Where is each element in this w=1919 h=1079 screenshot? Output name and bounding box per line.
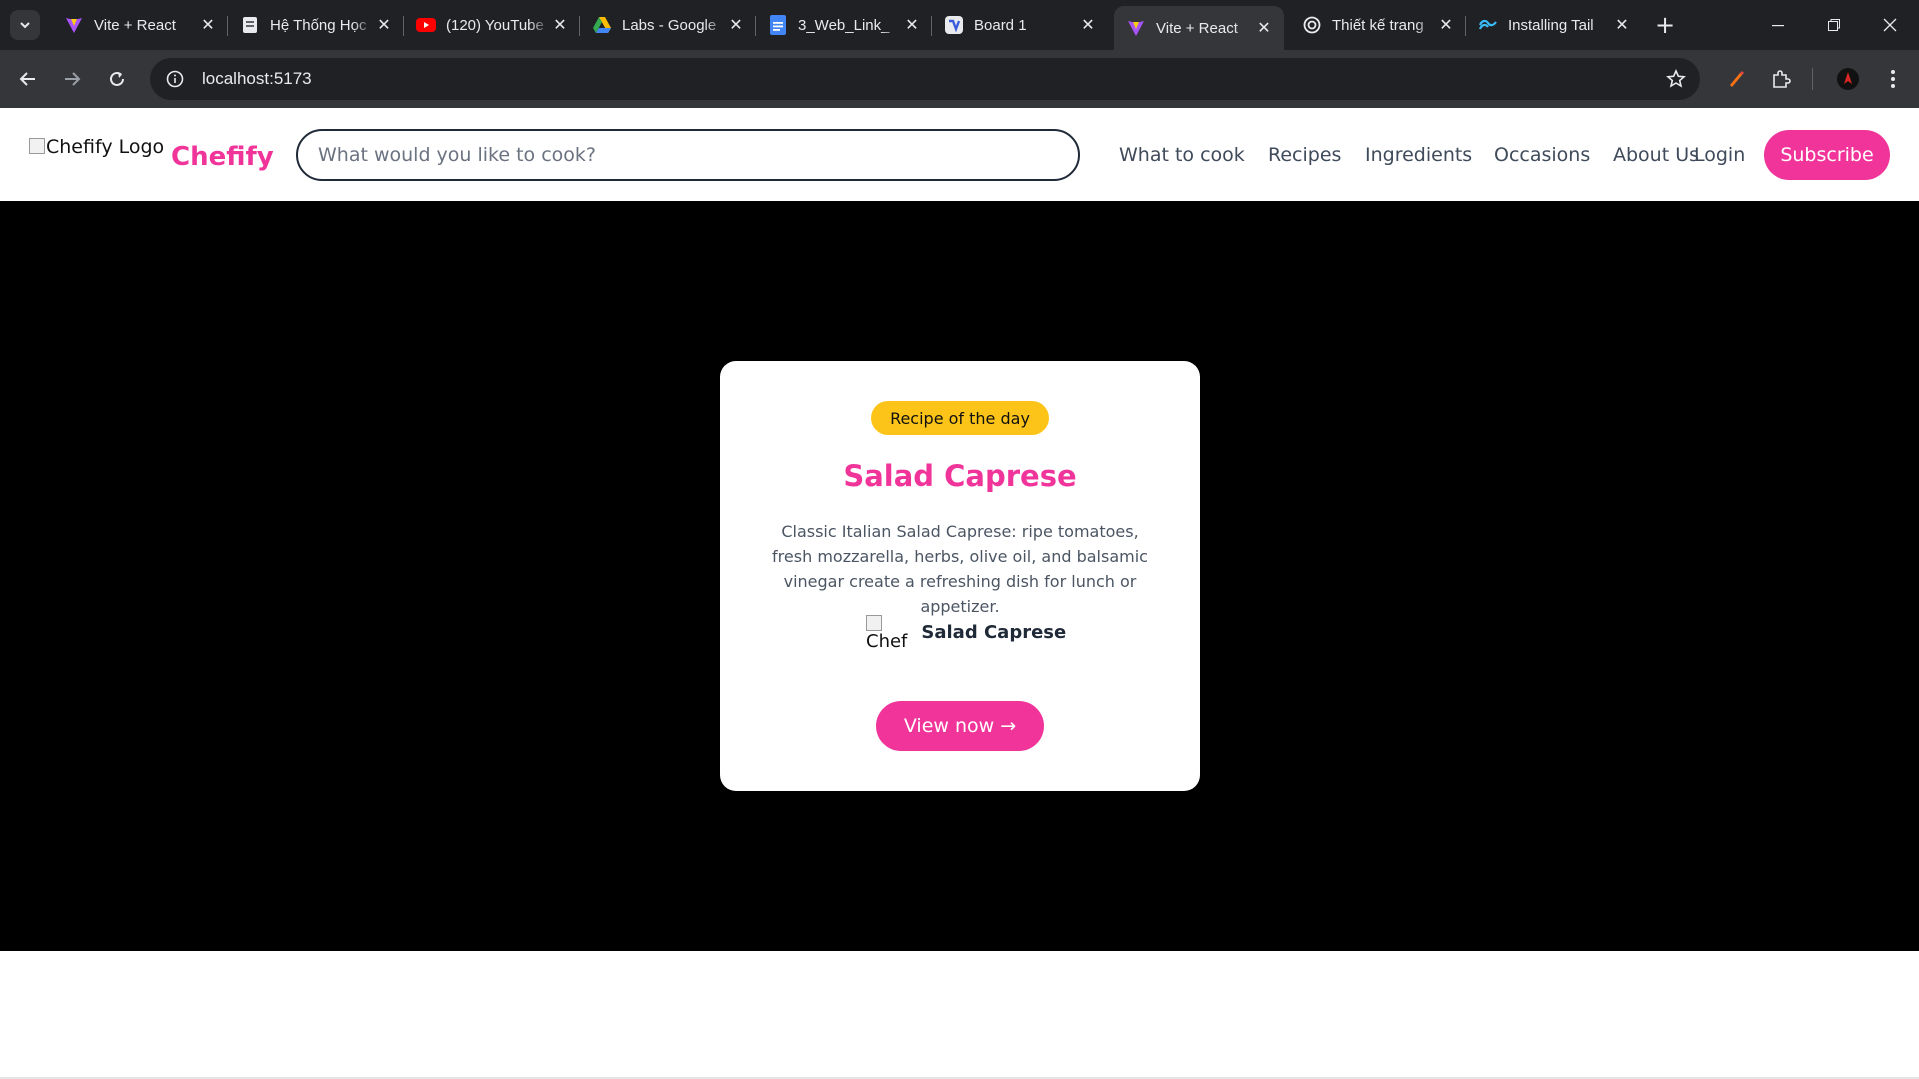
tab-board-1[interactable]: Board 1 ✕ (932, 6, 1108, 44)
close-window-button[interactable] (1862, 0, 1918, 50)
tab-title: Installing Tail (1508, 16, 1594, 34)
recipe-search-input[interactable] (296, 129, 1080, 181)
tab-title: 3_Web_Link_ (798, 16, 890, 34)
tab-thiet-ke-trang[interactable]: Thiết kế trang ✕ (1290, 6, 1466, 44)
tab-title: Vite + React (94, 16, 176, 34)
plus-icon: + (1654, 11, 1676, 39)
tab-youtube[interactable]: (120) YouTube ✕ (404, 6, 580, 44)
recipe-badge: Recipe of the day (871, 401, 1049, 435)
tab-title: Vite + React (1156, 19, 1238, 37)
nav-recipes[interactable]: Recipes (1268, 144, 1341, 166)
reload-icon (110, 71, 124, 86)
logo-image: Chefify Logo (29, 136, 164, 158)
google-docs-icon (768, 15, 788, 35)
tab-search-button[interactable] (10, 10, 40, 40)
recipe-author: Chef Salad Caprese (866, 613, 1066, 652)
minimize-icon (1772, 25, 1784, 27)
view-now-button[interactable]: View now → (876, 701, 1044, 751)
vite-icon (1126, 18, 1146, 38)
close-icon (1883, 18, 1897, 32)
tailwind-icon (1478, 15, 1498, 35)
tab-title: Board 1 (974, 16, 1027, 34)
openai-icon (1302, 15, 1322, 35)
tab-he-thong-hoc[interactable]: Hệ Thống Học ✕ (228, 6, 404, 44)
recipe-description: Classic Italian Salad Caprese: ripe toma… (772, 522, 1148, 616)
subscribe-button[interactable]: Subscribe (1764, 130, 1890, 180)
restore-icon (1828, 19, 1840, 31)
extensions-puzzle-icon[interactable] (1763, 61, 1799, 97)
close-icon[interactable]: ✕ (550, 15, 570, 35)
tab-web-link[interactable]: 3_Web_Link_ ✕ (756, 6, 932, 44)
youtube-icon (416, 15, 436, 35)
close-icon[interactable]: ✕ (374, 15, 394, 35)
tab-title: Labs - Google (622, 16, 717, 34)
broken-image-icon (866, 615, 882, 631)
google-drive-icon (592, 15, 612, 35)
nav-occasions[interactable]: Occasions (1494, 144, 1590, 166)
forward-button[interactable] (54, 61, 90, 97)
close-icon[interactable]: ✕ (902, 15, 922, 35)
close-icon[interactable]: ✕ (198, 15, 218, 35)
logo-alt-text: Chefify Logo (46, 136, 165, 158)
tab-title: Hệ Thống Học (270, 16, 367, 34)
recipe-title: Salad Caprese (843, 459, 1077, 493)
profile-avatar[interactable] (1830, 61, 1866, 97)
author-name: Salad Caprese (921, 622, 1067, 643)
close-icon[interactable]: ✕ (1254, 18, 1274, 38)
browser-menu-button[interactable] (1875, 61, 1911, 97)
reload-button[interactable] (99, 61, 135, 97)
nav-ingredients[interactable]: Ingredients (1365, 144, 1472, 166)
more-vertical-icon (1891, 70, 1895, 88)
vite-icon (64, 15, 84, 35)
close-icon[interactable]: ✕ (1612, 15, 1632, 35)
nav-login[interactable]: Login (1694, 144, 1745, 166)
tab-title: Thiết kế trang (1332, 16, 1424, 34)
new-tab-button[interactable]: + (1650, 10, 1680, 40)
hero-section: Recipe of the day Salad Caprese Classic … (0, 201, 1919, 951)
brand-name[interactable]: Chefify (171, 142, 274, 172)
minimize-button[interactable] (1750, 0, 1806, 50)
tab-title: (120) YouTube (446, 16, 544, 34)
site-logo[interactable]: Chefify Logo (29, 136, 164, 158)
author-avatar-alt: Chef (866, 631, 908, 652)
recipe-of-the-day-card: Recipe of the day Salad Caprese Classic … (720, 361, 1200, 791)
close-icon[interactable]: ✕ (1436, 15, 1456, 35)
site-info-icon[interactable] (154, 58, 196, 100)
broken-image-icon (29, 138, 45, 154)
browser-tab-strip: Vite + React ✕ Hệ Thống Học ✕ (120) YouT… (0, 0, 1919, 50)
browser-toolbar: localhost:5173 (0, 50, 1919, 108)
document-icon (240, 15, 260, 35)
tab-vite-react-1[interactable]: Vite + React ✕ (52, 6, 228, 44)
tab-labs-google[interactable]: Labs - Google ✕ (580, 6, 756, 44)
board-icon (944, 15, 964, 35)
author-avatar: Chef (866, 613, 907, 652)
arrow-right-icon (65, 72, 81, 86)
url-text: localhost:5173 (202, 69, 312, 88)
arrow-left-icon (19, 72, 35, 86)
tab-installing-tailwind[interactable]: Installing Tail ✕ (1466, 6, 1642, 44)
pen-extension-icon[interactable] (1718, 61, 1754, 97)
site-header: Chefify Logo Chefify What to cook Recipe… (0, 108, 1919, 201)
toolbar-divider (1812, 68, 1813, 90)
nav-about-us[interactable]: About Us (1613, 144, 1699, 166)
chevron-down-icon (20, 22, 30, 29)
close-icon[interactable]: ✕ (726, 15, 746, 35)
nav-what-to-cook[interactable]: What to cook (1119, 144, 1245, 166)
tab-vite-react-active[interactable]: Vite + React ✕ (1114, 6, 1284, 50)
restore-button[interactable] (1806, 0, 1862, 50)
back-button[interactable] (10, 61, 46, 97)
bookmark-star-icon[interactable] (1664, 67, 1688, 91)
close-icon[interactable]: ✕ (1078, 15, 1098, 35)
address-bar[interactable]: localhost:5173 (150, 58, 1700, 100)
